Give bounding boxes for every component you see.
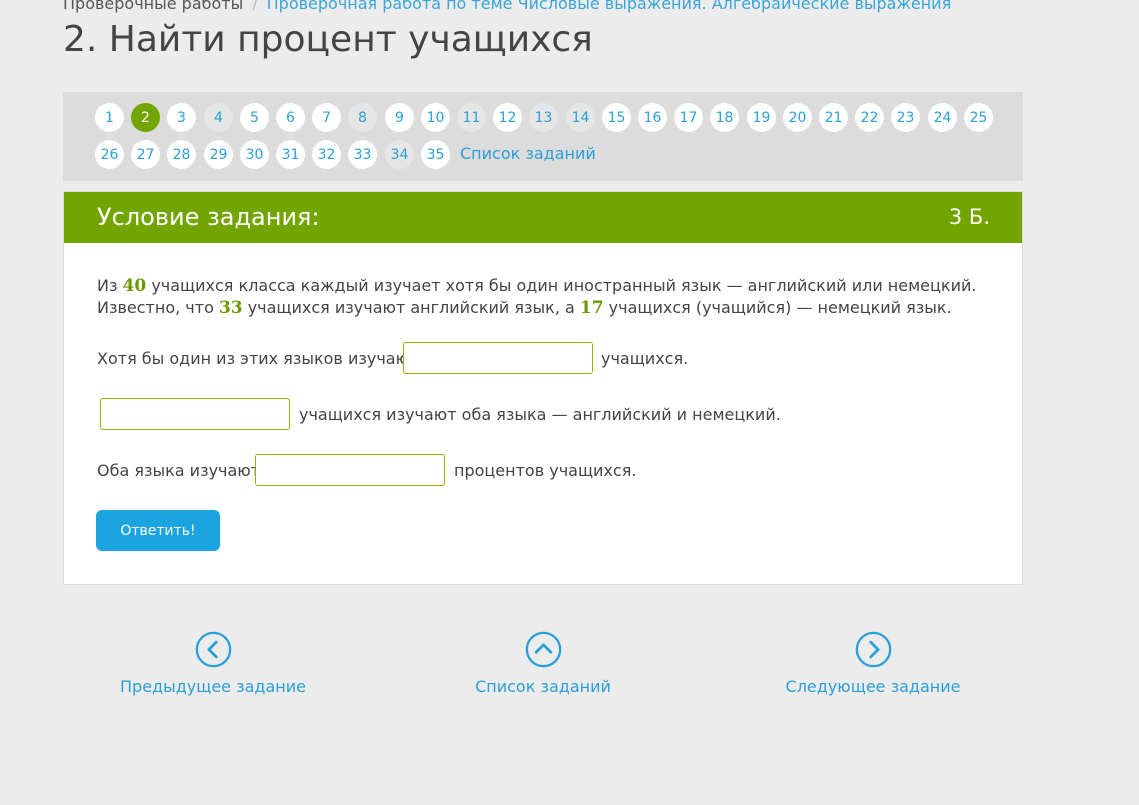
statement-number: 17 xyxy=(579,298,604,318)
breadcrumb: Проверочные работы / Проверочная работа по… xyxy=(63,0,951,13)
task-list-label: Список заданий xyxy=(475,677,611,696)
breadcrumb-current[interactable]: Проверочная работа по теме Числовые выра… xyxy=(267,0,952,13)
task-number-15[interactable]: 15 xyxy=(602,103,631,132)
breadcrumb-root[interactable]: Проверочные работы xyxy=(63,0,243,13)
task-number-22[interactable]: 22 xyxy=(855,103,884,132)
chevron-up-circle-icon xyxy=(525,631,561,668)
submit-button[interactable]: Ответить! xyxy=(96,510,220,551)
task-number-16[interactable]: 16 xyxy=(638,103,667,132)
task-number-31[interactable]: 31 xyxy=(276,140,305,169)
task-number-27[interactable]: 27 xyxy=(131,140,160,169)
task-number-30[interactable]: 30 xyxy=(240,140,269,169)
statement-text: Из xyxy=(97,276,123,295)
task-number-26[interactable]: 26 xyxy=(95,140,124,169)
breadcrumb-separator: / xyxy=(252,0,258,13)
task-number-9[interactable]: 9 xyxy=(385,103,414,132)
answer-input-3[interactable] xyxy=(255,454,445,486)
task-list-button[interactable]: Список заданий xyxy=(433,631,653,696)
previous-task-label: Предыдущее задание xyxy=(120,677,306,696)
task-number-20[interactable]: 20 xyxy=(783,103,812,132)
task-number-19[interactable]: 19 xyxy=(747,103,776,132)
task-number-10[interactable]: 10 xyxy=(421,103,450,132)
task-number-5[interactable]: 5 xyxy=(240,103,269,132)
task-number-35[interactable]: 35 xyxy=(421,140,450,169)
task-card-header: Условие задания: 3 Б. xyxy=(64,192,1022,243)
task-number-4[interactable]: 4 xyxy=(204,103,233,132)
task-card: Условие задания: 3 Б. Из 40 учащихся кла… xyxy=(63,191,1023,585)
statement-text: учащихся (учащийся) — немецкий язык. xyxy=(603,298,952,317)
task-card-title: Условие задания: xyxy=(97,203,320,231)
task-number-6[interactable]: 6 xyxy=(276,103,305,132)
task-number-33[interactable]: 33 xyxy=(348,140,377,169)
question-3-label: Оба языка изучают xyxy=(97,461,261,480)
statement-text: учащихся изучают английский язык, а xyxy=(242,298,580,317)
page-title: 2. Найти процент учащихся xyxy=(63,19,593,60)
task-number-28[interactable]: 28 xyxy=(167,140,196,169)
answer-input-2[interactable] xyxy=(100,398,290,430)
task-number-32[interactable]: 32 xyxy=(312,140,341,169)
question-3-suffix: процентов учащихся. xyxy=(454,461,637,480)
task-number-7[interactable]: 7 xyxy=(312,103,341,132)
task-number-8[interactable]: 8 xyxy=(348,103,377,132)
task-number-23[interactable]: 23 xyxy=(891,103,920,132)
task-navigation: Список заданий 1 2 3 4 5 6 7 8 9 10 11 12 13 14 15 16 17… xyxy=(63,92,1023,181)
task-number-13[interactable]: 13 xyxy=(529,103,558,132)
task-number-3[interactable]: 3 xyxy=(167,103,196,132)
task-number-29[interactable]: 29 xyxy=(204,140,233,169)
task-number-12[interactable]: 12 xyxy=(493,103,522,132)
chevron-right-circle-icon xyxy=(855,631,891,668)
task-points: 3 Б. xyxy=(948,205,990,229)
task-number-25[interactable]: 25 xyxy=(964,103,993,132)
task-list-link[interactable]: Список заданий xyxy=(460,144,596,163)
statement-number: 40 xyxy=(122,276,147,296)
task-number-14[interactable]: 14 xyxy=(566,103,595,132)
task-number-34[interactable]: 34 xyxy=(385,140,414,169)
task-number-21[interactable]: 21 xyxy=(819,103,848,132)
task-number-11[interactable]: 11 xyxy=(457,103,486,132)
task-number-18[interactable]: 18 xyxy=(710,103,739,132)
question-2-suffix: учащихся изучают оба языка — английский … xyxy=(299,405,781,424)
statement-number: 33 xyxy=(218,298,243,318)
answer-input-1[interactable] xyxy=(403,342,593,374)
task-number-17[interactable]: 17 xyxy=(674,103,703,132)
task-number-24[interactable]: 24 xyxy=(928,103,957,132)
question-1-label: Хотя бы один из этих языков изучают xyxy=(97,349,419,368)
next-task-label: Следующее задание xyxy=(785,677,961,696)
previous-task-button[interactable]: Предыдущее задание xyxy=(103,631,323,696)
next-task-button[interactable]: Следующее задание xyxy=(763,631,983,696)
task-number-2[interactable]: 2 xyxy=(131,103,160,132)
task-number-1[interactable]: 1 xyxy=(95,103,124,132)
question-1-suffix: учащихся. xyxy=(601,349,689,368)
chevron-left-circle-icon xyxy=(195,631,231,668)
task-statement: Из 40 учащихся класса каждый изучает хот… xyxy=(97,275,997,319)
